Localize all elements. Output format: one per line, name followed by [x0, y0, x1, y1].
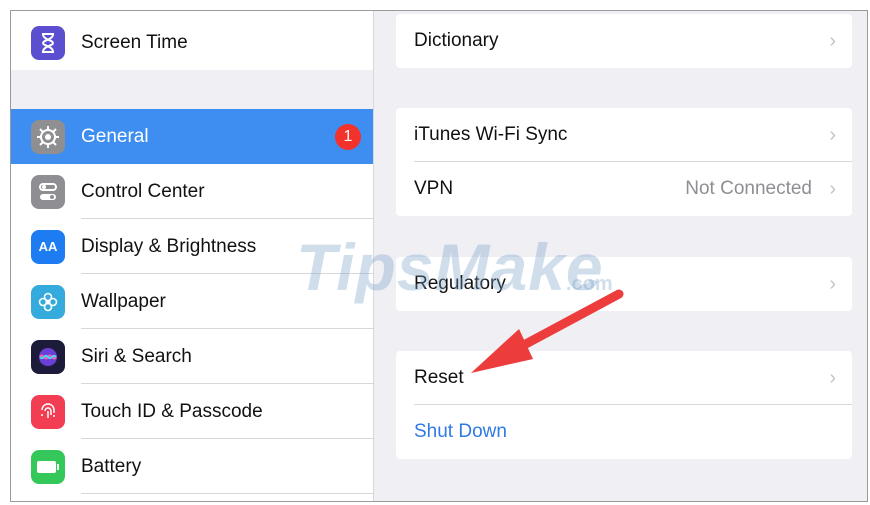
annotation-arrow-icon — [471, 289, 624, 373]
settings-window: Screen Time General 1 Control Center AA … — [10, 10, 868, 502]
